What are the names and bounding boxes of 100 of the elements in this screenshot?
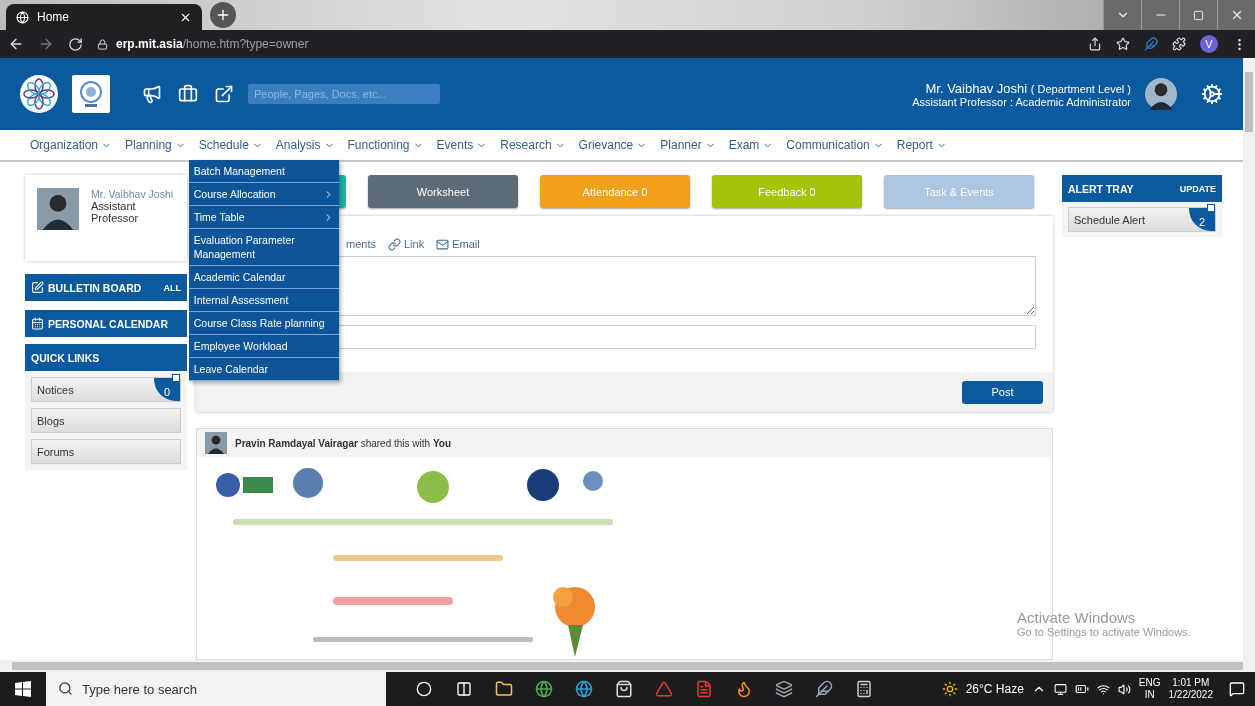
browser-tab[interactable]: Home (6, 4, 202, 30)
bulletin-board-header[interactable]: BULLETIN BOARD ALL (25, 274, 187, 301)
circle-icon[interactable] (416, 681, 432, 697)
user-name: Mr. Vaibhav Joshi ( Department Level ) (924, 80, 1131, 96)
calendar-icon (31, 317, 44, 330)
profile-avatar[interactable]: V (1200, 35, 1218, 53)
action-button[interactable]: Worksheet (368, 175, 518, 208)
calculator-icon[interactable] (855, 680, 873, 698)
volume-icon[interactable] (1117, 682, 1131, 696)
language-indicator[interactable]: ENG IN (1138, 677, 1161, 701)
panel-title: PERSONAL CALENDAR (48, 317, 168, 330)
emblem-logo (72, 75, 110, 113)
lock-icon (97, 38, 108, 50)
email-icon (436, 237, 450, 251)
dropdown-item[interactable]: Course Allocation (188, 183, 339, 206)
network-icon[interactable] (1096, 682, 1110, 696)
horizontal-scrollbar[interactable] (0, 660, 1255, 672)
plus-icon (215, 7, 231, 23)
tab-title: Home (37, 10, 70, 24)
nav-menu-item[interactable]: Organization (30, 138, 113, 152)
nav-menu-item[interactable]: Planner (660, 138, 716, 152)
update-link[interactable]: UPDATE (1179, 183, 1216, 194)
reload-icon[interactable] (68, 36, 83, 52)
forward-icon[interactable] (38, 36, 54, 52)
settings-icon[interactable] (1201, 83, 1223, 105)
browser-icon[interactable] (575, 680, 593, 698)
flower-logo (20, 75, 58, 113)
dropdown-item[interactable]: Batch Management (188, 160, 339, 183)
flame-icon[interactable] (735, 680, 753, 698)
dropdown-item[interactable]: Employee Workload (188, 335, 339, 358)
taskbar-search-field[interactable]: Type here to search (46, 672, 386, 706)
megaphone-icon[interactable] (142, 84, 162, 104)
dropdown-item[interactable]: Academic Calendar (188, 266, 339, 289)
monitor-icon[interactable] (1053, 682, 1067, 696)
nav-menu-item[interactable]: Grievance (578, 138, 648, 152)
quick-link-label: Notices (37, 383, 74, 396)
nav-menu-item[interactable]: Analysis (275, 138, 335, 152)
globe-icon (16, 10, 29, 24)
extension-icon[interactable] (1144, 37, 1158, 51)
dropdown-item[interactable]: Internal Assessment (188, 289, 339, 312)
new-tab-button[interactable] (210, 2, 236, 28)
pdf-icon[interactable] (695, 680, 713, 698)
store-bag-icon[interactable] (615, 680, 633, 698)
browser-icon[interactable] (535, 680, 553, 698)
composer-tool[interactable]: ments (346, 232, 376, 256)
nav-menu-item[interactable]: Functioning (347, 138, 424, 152)
feather-icon[interactable] (815, 680, 833, 698)
briefcase-icon[interactable] (178, 84, 198, 104)
windows-start-icon[interactable] (15, 681, 31, 697)
weather-text[interactable]: 26°C Haze (965, 682, 1024, 696)
task-view-icon[interactable] (456, 681, 472, 697)
user-avatar (1145, 78, 1177, 110)
triangle-app-icon[interactable] (655, 680, 673, 698)
clock[interactable]: 1:01 PM 1/22/2022 (1168, 677, 1213, 701)
maximize-button[interactable] (1179, 0, 1217, 30)
quick-link-label: Forums (37, 445, 75, 458)
dropdown-item[interactable]: Evaluation Parameter Management (188, 229, 339, 266)
nav-menu-item[interactable]: Planning (125, 138, 186, 152)
edit-icon (31, 281, 44, 294)
shared-by-text: Pravin Ramdayal Vairagar shared this with You (235, 437, 452, 449)
notifications-icon[interactable] (1229, 681, 1245, 697)
quick-link-item[interactable]: Forums (31, 439, 181, 464)
activation-text: Go to Settings to activate Windows. (1017, 626, 1191, 638)
activation-title: Activate Windows (1017, 609, 1137, 626)
profile-title: Assistant Professor (91, 200, 140, 224)
quick-link-label: Blogs (37, 414, 65, 427)
back-icon[interactable] (8, 36, 24, 52)
nav-menu-item[interactable]: Report (896, 138, 947, 152)
nav-menu-item[interactable]: Events (436, 138, 488, 152)
nav-menu-item[interactable]: Schedule (198, 138, 263, 152)
extensions-icon[interactable] (1172, 37, 1186, 51)
panel-title: ALERT TRAY (1068, 182, 1134, 195)
post-button[interactable]: Post (962, 380, 1043, 404)
nav-menu-item[interactable]: Communication (786, 138, 884, 152)
profile-name[interactable]: Mr. Vaibhav Joshi (91, 188, 174, 200)
composer-tool[interactable]: Email (436, 232, 480, 256)
search-icon (58, 681, 73, 696)
bookmark-star-icon[interactable] (1116, 37, 1130, 51)
author-avatar (205, 432, 227, 454)
profile-photo (37, 188, 79, 230)
search-field[interactable]: People, Pages, Docs, etc... (248, 84, 440, 104)
dropdown-item[interactable]: Time Table (188, 206, 339, 229)
personal-calendar-header[interactable]: PERSONAL CALENDAR (25, 310, 187, 337)
nav-menu-item[interactable]: Exam (728, 138, 774, 152)
battery-icon[interactable] (1074, 682, 1089, 696)
quick-link-item[interactable]: Blogs (31, 408, 181, 433)
nav-menu-item[interactable]: Research (500, 138, 566, 152)
share-icon[interactable] (1088, 37, 1102, 51)
alert-item[interactable]: Schedule Alert 2 (1068, 207, 1216, 232)
dropdown-item[interactable]: Course Class Rate planning (188, 312, 339, 335)
vertical-scrollbar[interactable] (1243, 58, 1255, 660)
link-icon (387, 237, 401, 251)
all-link[interactable]: ALL (163, 282, 181, 293)
layers-icon[interactable] (775, 680, 793, 698)
folder-icon[interactable] (495, 680, 513, 698)
weather-icon[interactable] (941, 681, 958, 697)
maximize-icon (1193, 9, 1204, 21)
external-link-icon[interactable] (214, 84, 234, 104)
composer-tool[interactable]: Link (387, 232, 425, 256)
quick-link-item[interactable]: Notices 0 (31, 377, 181, 402)
